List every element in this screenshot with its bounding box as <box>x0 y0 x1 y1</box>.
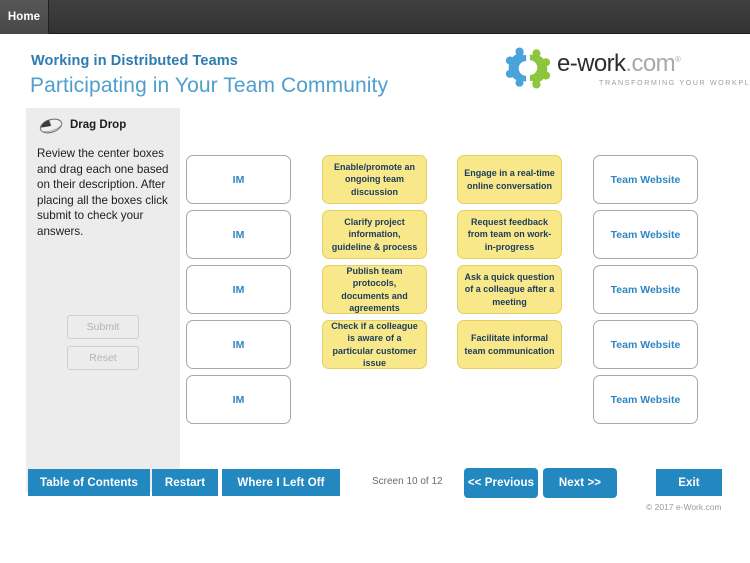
mouse-icon <box>39 118 63 134</box>
drop-target-label: Team Website <box>610 173 681 186</box>
draggable-card-label: Check if a colleague is aware of a parti… <box>331 320 418 368</box>
next-label: Next >> <box>558 477 602 489</box>
exit-button[interactable]: Exit <box>656 469 722 496</box>
home-tab-label: Home <box>7 11 41 23</box>
drop-target-label: Team Website <box>610 283 681 296</box>
table-of-contents-label: Table of Contents <box>40 476 138 489</box>
draggable-card[interactable]: Ask a quick question of a colleague afte… <box>457 265 562 314</box>
draggable-card[interactable]: Facilitate informal team communication <box>457 320 562 369</box>
ework-logo-mark <box>505 47 551 89</box>
drop-target-im-4[interactable]: IM <box>186 320 291 369</box>
drop-target-label: IM <box>232 338 245 351</box>
draggable-card[interactable]: Publish team protocols, documents and ag… <box>322 265 427 314</box>
draggable-card-label: Publish team protocols, documents and ag… <box>341 265 408 313</box>
draggable-card-label: Enable/promote an ongoing team discussio… <box>333 161 415 197</box>
drop-target-label: IM <box>232 173 245 186</box>
logo-registered-mark: ® <box>675 55 681 64</box>
home-tab[interactable]: Home <box>0 0 49 34</box>
previous-label: << Previous <box>467 477 535 489</box>
next-button[interactable]: Next >> <box>543 468 617 498</box>
reset-button-label: Reset <box>89 352 117 364</box>
where-i-left-off-button[interactable]: Where I Left Off <box>222 469 340 496</box>
drop-target-team-website-4[interactable]: Team Website <box>593 320 698 369</box>
draggable-card[interactable]: Engage in a real-time online conversatio… <box>457 155 562 204</box>
ework-logo-text: e-work.com® <box>557 50 681 78</box>
drop-target-label: Team Website <box>610 228 681 241</box>
draggable-card-label: Ask a quick question of a colleague afte… <box>464 271 555 307</box>
drop-target-team-website-2[interactable]: Team Website <box>593 210 698 259</box>
restart-button[interactable]: Restart <box>152 469 218 496</box>
drop-target-label: IM <box>232 393 245 406</box>
drop-target-label: IM <box>232 228 245 241</box>
drop-target-team-website-5[interactable]: Team Website <box>593 375 698 424</box>
draggable-card[interactable]: Clarify project information, guideline &… <box>322 210 427 259</box>
page-title: Participating in Your Team Community <box>30 74 389 97</box>
drop-target-im-1[interactable]: IM <box>186 155 291 204</box>
table-of-contents-button[interactable]: Table of Contents <box>28 469 150 496</box>
submit-button[interactable]: Submit <box>67 315 139 339</box>
browser-top-bar: Home <box>0 0 750 34</box>
logo-word-main: e-work <box>557 50 626 77</box>
drop-target-team-website-3[interactable]: Team Website <box>593 265 698 314</box>
drop-target-label: Team Website <box>610 393 681 406</box>
draggable-card[interactable]: Enable/promote an ongoing team discussio… <box>322 155 427 204</box>
logo-tagline: TRANSFORMING YOUR WORKPLACE <box>599 78 750 87</box>
draggable-card[interactable]: Request feedback from team on work-in-pr… <box>457 210 562 259</box>
previous-button[interactable]: << Previous <box>464 468 538 498</box>
course-page: Working in Distributed Teams Participati… <box>0 34 750 563</box>
draggable-card[interactable]: Check if a colleague is aware of a parti… <box>322 320 427 369</box>
screen-counter: Screen 10 of 12 <box>372 476 443 487</box>
draggable-card-label: Facilitate informal team communication <box>464 333 555 356</box>
where-i-left-off-label: Where I Left Off <box>237 476 325 489</box>
instruction-heading: Drag Drop <box>70 119 127 131</box>
draggable-card-label: Clarify project information, guideline &… <box>331 216 418 252</box>
reset-button[interactable]: Reset <box>67 346 139 370</box>
drop-target-team-website-1[interactable]: Team Website <box>593 155 698 204</box>
draggable-card-label: Engage in a real-time online conversatio… <box>464 168 555 191</box>
draggable-card-label: Request feedback from team on work-in-pr… <box>467 216 552 252</box>
drop-target-label: Team Website <box>610 338 681 351</box>
drop-target-im-2[interactable]: IM <box>186 210 291 259</box>
instruction-body: Review the center boxes and drag each on… <box>37 147 169 238</box>
instruction-panel: Drag Drop Review the center boxes and dr… <box>26 108 180 492</box>
drop-target-label: IM <box>232 283 245 296</box>
ework-logo: e-work.com® TRANSFORMING YOUR WORKPLACE <box>503 45 750 97</box>
restart-label: Restart <box>164 476 206 489</box>
logo-word-suffix: .com <box>625 50 676 77</box>
drop-target-im-5[interactable]: IM <box>186 375 291 424</box>
copyright-notice: © 2017 e-Work.com <box>646 502 722 512</box>
submit-button-label: Submit <box>86 321 120 333</box>
exit-label: Exit <box>678 476 700 489</box>
course-title: Working in Distributed Teams <box>31 53 238 69</box>
drop-target-im-3[interactable]: IM <box>186 265 291 314</box>
